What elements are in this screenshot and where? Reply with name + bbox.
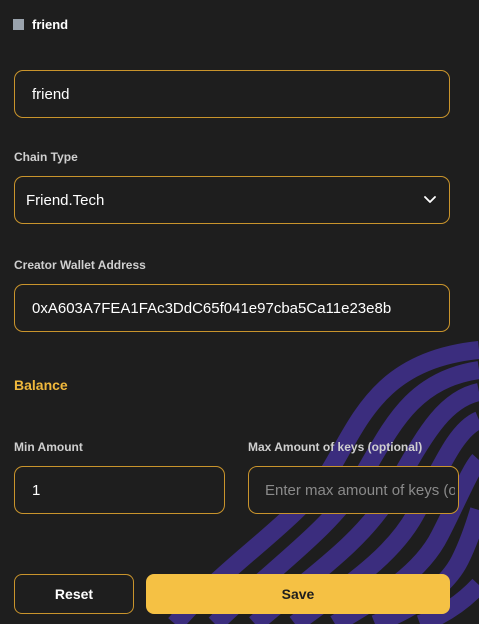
max-amount-label: Max Amount of keys (optional): [248, 440, 423, 454]
name-input-value: friend: [32, 85, 70, 103]
name-input[interactable]: friend: [14, 70, 450, 118]
chain-type-select[interactable]: Friend.Tech: [14, 176, 450, 224]
page: friend friend Chain Type Friend.Tech Cre…: [0, 0, 479, 624]
creator-wallet-input[interactable]: 0xA603A7FEA1FAc3DdC65f041e97cba5Ca11e23e…: [14, 284, 450, 332]
max-amount-field: [248, 466, 459, 514]
header-title: friend: [32, 17, 69, 32]
creator-wallet-label: Creator Wallet Address: [14, 258, 146, 272]
min-amount-input[interactable]: 1: [14, 466, 225, 514]
header: friend: [13, 17, 68, 32]
chain-type-label: Chain Type: [14, 150, 78, 164]
max-amount-input[interactable]: [265, 481, 455, 499]
min-amount-label: Min Amount: [14, 440, 83, 454]
balance-heading: Balance: [14, 377, 68, 393]
chain-type-value: Friend.Tech: [26, 191, 105, 209]
chevron-down-icon: [423, 193, 437, 207]
save-button[interactable]: Save: [146, 574, 450, 614]
reset-button[interactable]: Reset: [14, 574, 134, 614]
min-amount-value: 1: [32, 481, 41, 499]
creator-wallet-value: 0xA603A7FEA1FAc3DdC65f041e97cba5Ca11e23e…: [32, 299, 392, 317]
form-panel: friend friend Chain Type Friend.Tech Cre…: [0, 0, 479, 624]
square-icon: [13, 19, 24, 30]
